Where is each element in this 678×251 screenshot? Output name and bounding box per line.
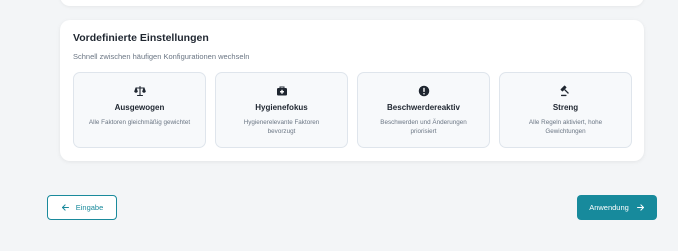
presets-card: Vordefinierte Einstellungen Schnell zwis…: [60, 20, 644, 161]
preset-title: Hygienefokus: [255, 103, 308, 112]
preset-title: Ausgewogen: [114, 103, 165, 112]
back-button-label: Eingabe: [75, 203, 104, 212]
preset-strict[interactable]: Streng Alle Regeln aktiviert, hohe Gewic…: [499, 72, 632, 148]
preset-description: Alle Regeln aktiviert, hohe Gewichtungen: [528, 119, 603, 135]
preset-hygiene[interactable]: Hygienefokus Hygienerelevante Faktoren b…: [215, 72, 348, 148]
scale-icon: [133, 85, 146, 97]
preset-description: Beschwerden und Änderungen priorisiert: [380, 119, 467, 135]
arrow-left-icon: [61, 203, 70, 212]
preset-description: Alle Faktoren gleichmäßig gewichtet: [88, 119, 191, 126]
medical-kit-icon: [276, 85, 288, 97]
preset-balanced[interactable]: Ausgewogen Alle Faktoren gleichmäßig gew…: [73, 72, 206, 148]
presets-subtitle: Schnell zwischen häufigen Konfiguratione…: [73, 52, 250, 61]
gavel-icon: [560, 85, 572, 97]
preset-description: Hygienerelevante Faktoren bevorzugt: [243, 119, 320, 135]
arrow-right-icon: [636, 203, 645, 212]
previous-card: [60, 0, 644, 6]
back-button[interactable]: Eingabe: [47, 195, 117, 220]
next-button-label: Anwendung: [589, 203, 629, 212]
preset-title: Streng: [552, 103, 579, 112]
preset-list: Ausgewogen Alle Faktoren gleichmäßig gew…: [73, 72, 632, 148]
next-button[interactable]: Anwendung: [577, 195, 657, 220]
preset-title: Beschwerdereaktiv: [387, 103, 460, 112]
presets-title: Vordefinierte Einstellungen: [73, 32, 209, 44]
alert-circle-icon: [418, 85, 430, 97]
preset-complaint-reactive[interactable]: Beschwerdereaktiv Beschwerden und Änderu…: [357, 72, 490, 148]
